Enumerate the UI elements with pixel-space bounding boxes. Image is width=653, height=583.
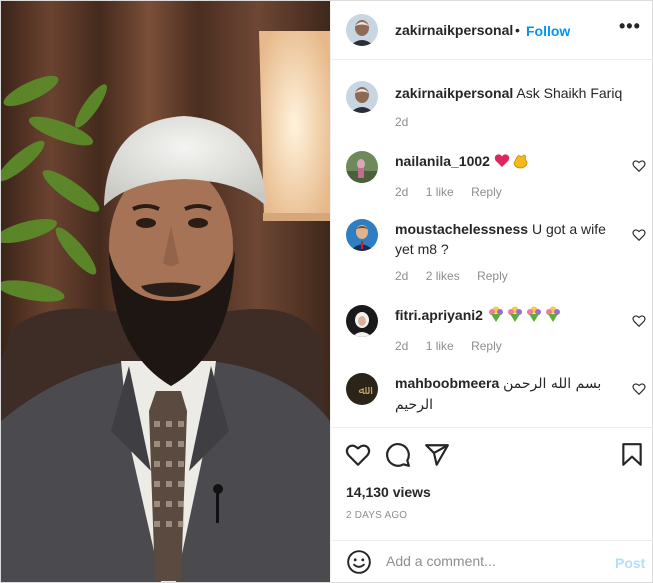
comment-username[interactable]: fitri.apriyani2 — [395, 307, 483, 323]
comment-text: mahboobmeera بسم الله الرحمن الرحيم — [395, 373, 625, 415]
commenter-avatar[interactable] — [346, 305, 378, 337]
reply-button[interactable]: Reply — [471, 185, 502, 199]
comment-username[interactable]: nailanila_1002 — [395, 153, 490, 169]
comment-like-heart-icon[interactable] — [632, 382, 646, 396]
view-count[interactable]: 14,130 views — [346, 484, 431, 500]
comment-item: moustachelessness U got a wife yet m8 ? … — [346, 199, 646, 285]
post-comment-button[interactable]: Post — [615, 555, 645, 571]
four-flower-bouquet-emoji — [487, 306, 565, 323]
comment-meta: 2d 1 like Reply — [395, 339, 516, 353]
comment-item: fitri.apriyani2 2d 1 like Reply — [346, 285, 646, 355]
comments-list[interactable]: zakirnaikpersonal Ask Shaikh Fariq 2d na… — [331, 61, 653, 427]
bookmark-icon[interactable] — [619, 442, 645, 468]
reply-button[interactable]: Reply — [477, 269, 508, 283]
post-header: zakirnaikpersonal • Follow ••• — [331, 1, 653, 60]
post-date[interactable]: 2 DAYS AGO — [346, 510, 407, 521]
caption-username[interactable]: zakirnaikpersonal — [395, 85, 513, 101]
comment-username[interactable]: moustachelessness — [395, 221, 528, 237]
caption-meta: 2d — [395, 115, 422, 129]
comment-meta: 2d 2 likes Reply — [395, 269, 522, 283]
post-side-panel: zakirnaikpersonal • Follow ••• zakirnaik… — [330, 1, 653, 582]
commenter-avatar[interactable] — [346, 219, 378, 251]
comment-text: moustachelessness U got a wife yet m8 ? — [395, 219, 625, 259]
reply-button[interactable]: Reply — [471, 339, 502, 353]
author-avatar[interactable] — [346, 14, 378, 46]
post-video[interactable] — [1, 1, 330, 582]
commenter-avatar[interactable]: ﷲ — [346, 373, 378, 405]
caption-time[interactable]: 2d — [395, 115, 408, 129]
comment-likes[interactable]: 1 like — [426, 339, 454, 353]
post-actions: 14,130 views 2 DAYS AGO — [331, 427, 653, 547]
comment-like-heart-icon[interactable] — [632, 228, 646, 242]
author-username[interactable]: zakirnaikpersonal — [395, 22, 513, 38]
comment-input[interactable] — [386, 553, 586, 569]
caption-text: zakirnaikpersonal Ask Shaikh Fariq — [395, 83, 625, 103]
comment-time[interactable]: 2d — [395, 185, 408, 199]
add-comment-bar: Post — [331, 540, 653, 582]
comment-like-heart-icon[interactable] — [632, 314, 646, 328]
caption-body: Ask Shaikh Fariq — [516, 85, 623, 101]
comment-likes[interactable]: 1 like — [426, 185, 454, 199]
comment-username[interactable]: mahboobmeera — [395, 375, 499, 391]
author-avatar[interactable] — [346, 81, 378, 113]
comment-text: nailanila_1002 — [395, 151, 625, 171]
paper-plane-icon[interactable] — [424, 442, 450, 468]
follow-button[interactable]: Follow — [526, 23, 570, 39]
comment-text: fitri.apriyani2 — [395, 305, 625, 325]
comment-like-heart-icon[interactable] — [632, 159, 646, 173]
caption: zakirnaikpersonal Ask Shaikh Fariq 2d — [346, 61, 646, 139]
commenter-avatar[interactable] — [346, 151, 378, 183]
heart-and-clapping-hands-emoji — [494, 153, 530, 169]
separator-dot: • — [515, 22, 520, 38]
comment-meta: 2d 1 like Reply — [395, 185, 516, 199]
smiley-icon[interactable] — [346, 549, 372, 575]
comment-icon[interactable] — [385, 442, 411, 468]
heart-icon[interactable] — [345, 442, 371, 468]
comment-item: ﷲ mahboobmeera بسم الله الرحمن الرحيم — [346, 353, 646, 427]
more-options-icon[interactable]: ••• — [619, 17, 641, 35]
comment-time[interactable]: 2d — [395, 269, 408, 283]
comment-item: nailanila_1002 2d 1 like Reply — [346, 131, 646, 201]
comment-time[interactable]: 2d — [395, 339, 408, 353]
comment-likes[interactable]: 2 likes — [426, 269, 460, 283]
